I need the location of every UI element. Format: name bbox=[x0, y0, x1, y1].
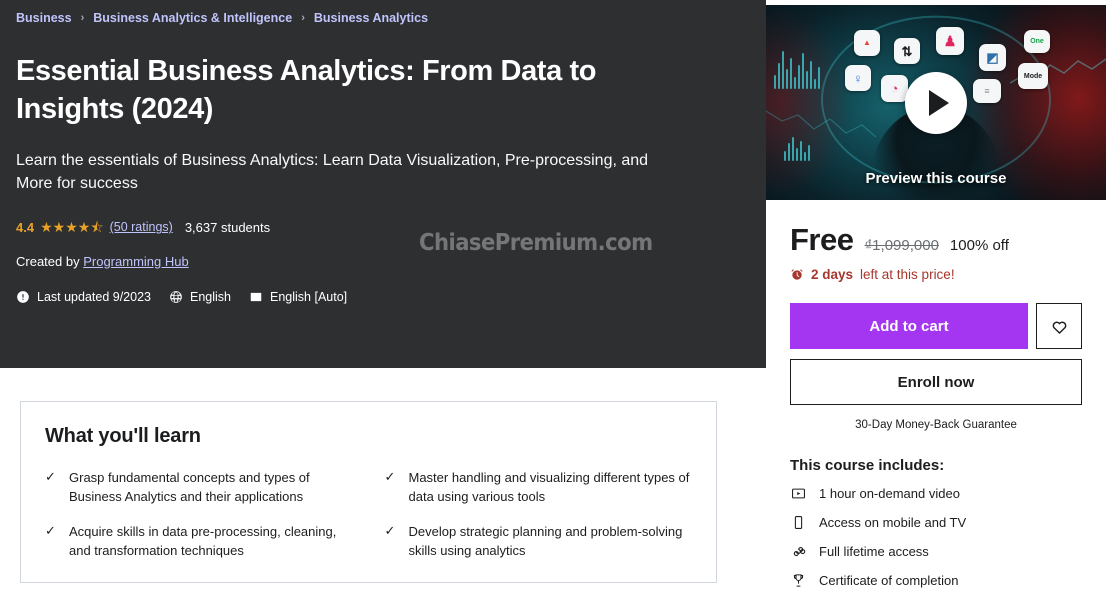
list-item-label: Acquire skills in data pre-processing, c… bbox=[69, 523, 337, 558]
buy-box: Free ₫1,099,000 100% off 2 days left at … bbox=[766, 200, 1106, 588]
current-price: Free bbox=[790, 222, 854, 257]
what-youll-learn-list: ✓ Grasp fundamental concepts and types o… bbox=[45, 469, 692, 560]
exclamation-circle-icon bbox=[16, 290, 30, 304]
rating-value: 4.4 bbox=[16, 219, 35, 235]
preview-this-course-label: Preview this course bbox=[865, 170, 1007, 187]
breadcrumb-item-business-analytics-intelligence[interactable]: Business Analytics & Intelligence bbox=[93, 11, 292, 25]
deadline-text: left at this price! bbox=[860, 267, 955, 282]
created-by-label: Created by bbox=[16, 253, 80, 269]
app-tile-icon: ⇅ bbox=[894, 38, 920, 64]
meta-language-label: English bbox=[190, 289, 231, 304]
discount-percent: 100% off bbox=[949, 237, 1009, 254]
meta-language: English bbox=[169, 290, 231, 304]
alarm-clock-icon bbox=[790, 268, 804, 282]
list-item-label: Full lifetime access bbox=[819, 543, 929, 559]
line-graph-decoration bbox=[766, 110, 876, 138]
waveform-left bbox=[774, 45, 820, 89]
course-subtitle: Learn the essentials of Business Analyti… bbox=[16, 152, 649, 193]
add-to-cart-button[interactable]: Add to cart bbox=[790, 303, 1028, 349]
play-icon[interactable] bbox=[905, 71, 967, 134]
purchase-sidebar: ▲ ⇅ ♟ ◩ One ♀ ◔ ≡ Mode Preview this cour… bbox=[766, 5, 1106, 588]
check-icon: ✓ bbox=[384, 522, 396, 538]
app-tile-icon: ◔ bbox=[881, 75, 908, 102]
breadcrumb: Business › Business Analytics & Intellig… bbox=[16, 11, 766, 25]
rating-row: 4.4 ★ ★ ★ ★ ⯪ (50 ratings) 3,637 student… bbox=[16, 220, 766, 235]
creator-row: Created by Programming Hub bbox=[16, 254, 766, 269]
breadcrumb-separator-icon: › bbox=[301, 12, 305, 24]
wishlist-button[interactable] bbox=[1036, 303, 1082, 349]
course-landing-page: Business › Business Analytics & Intellig… bbox=[0, 0, 1106, 610]
app-tile-icon: ≡ bbox=[973, 79, 1001, 103]
meta-captions: English [Auto] bbox=[249, 290, 347, 304]
globe-icon bbox=[169, 290, 183, 304]
trophy-icon bbox=[790, 572, 806, 588]
list-item: ✓ Grasp fundamental concepts and types o… bbox=[45, 469, 353, 507]
infinity-icon bbox=[790, 543, 806, 559]
mobile-phone-icon bbox=[790, 514, 806, 530]
list-item: Access on mobile and TV bbox=[790, 514, 1082, 530]
course-preview-thumbnail[interactable]: ▲ ⇅ ♟ ◩ One ♀ ◔ ≡ Mode Preview this cour… bbox=[766, 5, 1106, 200]
app-tile-icon: One bbox=[1024, 30, 1050, 53]
course-hero-section: Business › Business Analytics & Intellig… bbox=[0, 0, 766, 368]
closed-captions-icon bbox=[249, 290, 263, 304]
list-item: Certificate of completion bbox=[790, 572, 1082, 588]
breadcrumb-item-business[interactable]: Business bbox=[16, 11, 72, 25]
star-rating-icons: ★ ★ ★ ★ ⯪ bbox=[40, 220, 104, 234]
check-icon: ✓ bbox=[45, 522, 56, 538]
breadcrumb-item-business-analytics[interactable]: Business Analytics bbox=[314, 11, 428, 25]
app-tile-icon: ◩ bbox=[979, 44, 1006, 71]
original-price: ₫1,099,000 bbox=[864, 237, 939, 254]
list-item: 1 hour on-demand video bbox=[790, 485, 1082, 501]
star-icon: ★ bbox=[77, 219, 91, 236]
list-item-label: 1 hour on-demand video bbox=[819, 485, 960, 501]
list-item: Full lifetime access bbox=[790, 543, 1082, 559]
course-includes-list: 1 hour on-demand video Access on mobile … bbox=[790, 485, 1082, 588]
list-item: ✓ Develop strategic planning and problem… bbox=[385, 523, 693, 561]
list-item-label: Grasp fundamental concepts and types of … bbox=[69, 470, 310, 504]
course-meta-row: Last updated 9/2023 English English [Aut… bbox=[16, 290, 766, 304]
students-count: 3,637 students bbox=[184, 219, 271, 235]
enroll-now-button[interactable]: Enroll now bbox=[790, 359, 1082, 405]
ratings-count-link[interactable]: (50 ratings) bbox=[110, 220, 173, 234]
check-icon: ✓ bbox=[384, 469, 396, 484]
page-title: Essential Business Analytics: From Data … bbox=[16, 55, 597, 125]
deadline-days: 2 days bbox=[811, 267, 854, 282]
list-item-label: Access on mobile and TV bbox=[819, 514, 967, 530]
app-tile-icon: ♀ bbox=[845, 65, 871, 91]
meta-last-updated: Last updated 9/2023 bbox=[16, 290, 151, 304]
check-icon: ✓ bbox=[45, 469, 56, 484]
breadcrumb-separator-icon: › bbox=[80, 12, 85, 24]
list-item-label: Develop strategic planning and problem-s… bbox=[408, 523, 683, 558]
half-star-icon: ⯪ bbox=[90, 219, 104, 236]
list-item: ✓ Master handling and visualizing differ… bbox=[385, 469, 693, 507]
discount-deadline: 2 days left at this price! bbox=[790, 267, 1082, 282]
price-row: Free ₫1,099,000 100% off bbox=[790, 222, 1082, 258]
what-youll-learn-title: What you'll learn bbox=[45, 425, 201, 447]
list-item: ✓ Acquire skills in data pre-processing,… bbox=[45, 523, 353, 561]
app-tile-icon: Mode bbox=[1018, 63, 1048, 89]
star-icon: ★ bbox=[65, 219, 78, 236]
money-back-guarantee: 30-Day Money-Back Guarantee bbox=[855, 419, 1017, 431]
course-includes-title: This course includes: bbox=[790, 457, 945, 474]
star-icon: ★ bbox=[52, 219, 66, 236]
app-tile-icon: ▲ bbox=[854, 30, 880, 56]
star-icon: ★ bbox=[40, 219, 53, 236]
what-youll-learn-card: What you'll learn ✓ Grasp fundamental co… bbox=[20, 401, 717, 583]
list-item-label: Master handling and visualizing differen… bbox=[408, 470, 690, 504]
app-tile-icon: ♟ bbox=[936, 27, 964, 55]
meta-captions-label: English [Auto] bbox=[270, 289, 348, 304]
cta-row: Add to cart bbox=[790, 303, 1082, 349]
heart-icon bbox=[1052, 321, 1066, 334]
instructor-link[interactable]: Programming Hub bbox=[83, 254, 189, 269]
list-item-label: Certificate of completion bbox=[819, 572, 959, 588]
video-player-icon bbox=[790, 485, 806, 501]
meta-last-updated-label: Last updated 9/2023 bbox=[37, 289, 151, 304]
site-watermark: ChiasePremium.com bbox=[419, 230, 653, 256]
